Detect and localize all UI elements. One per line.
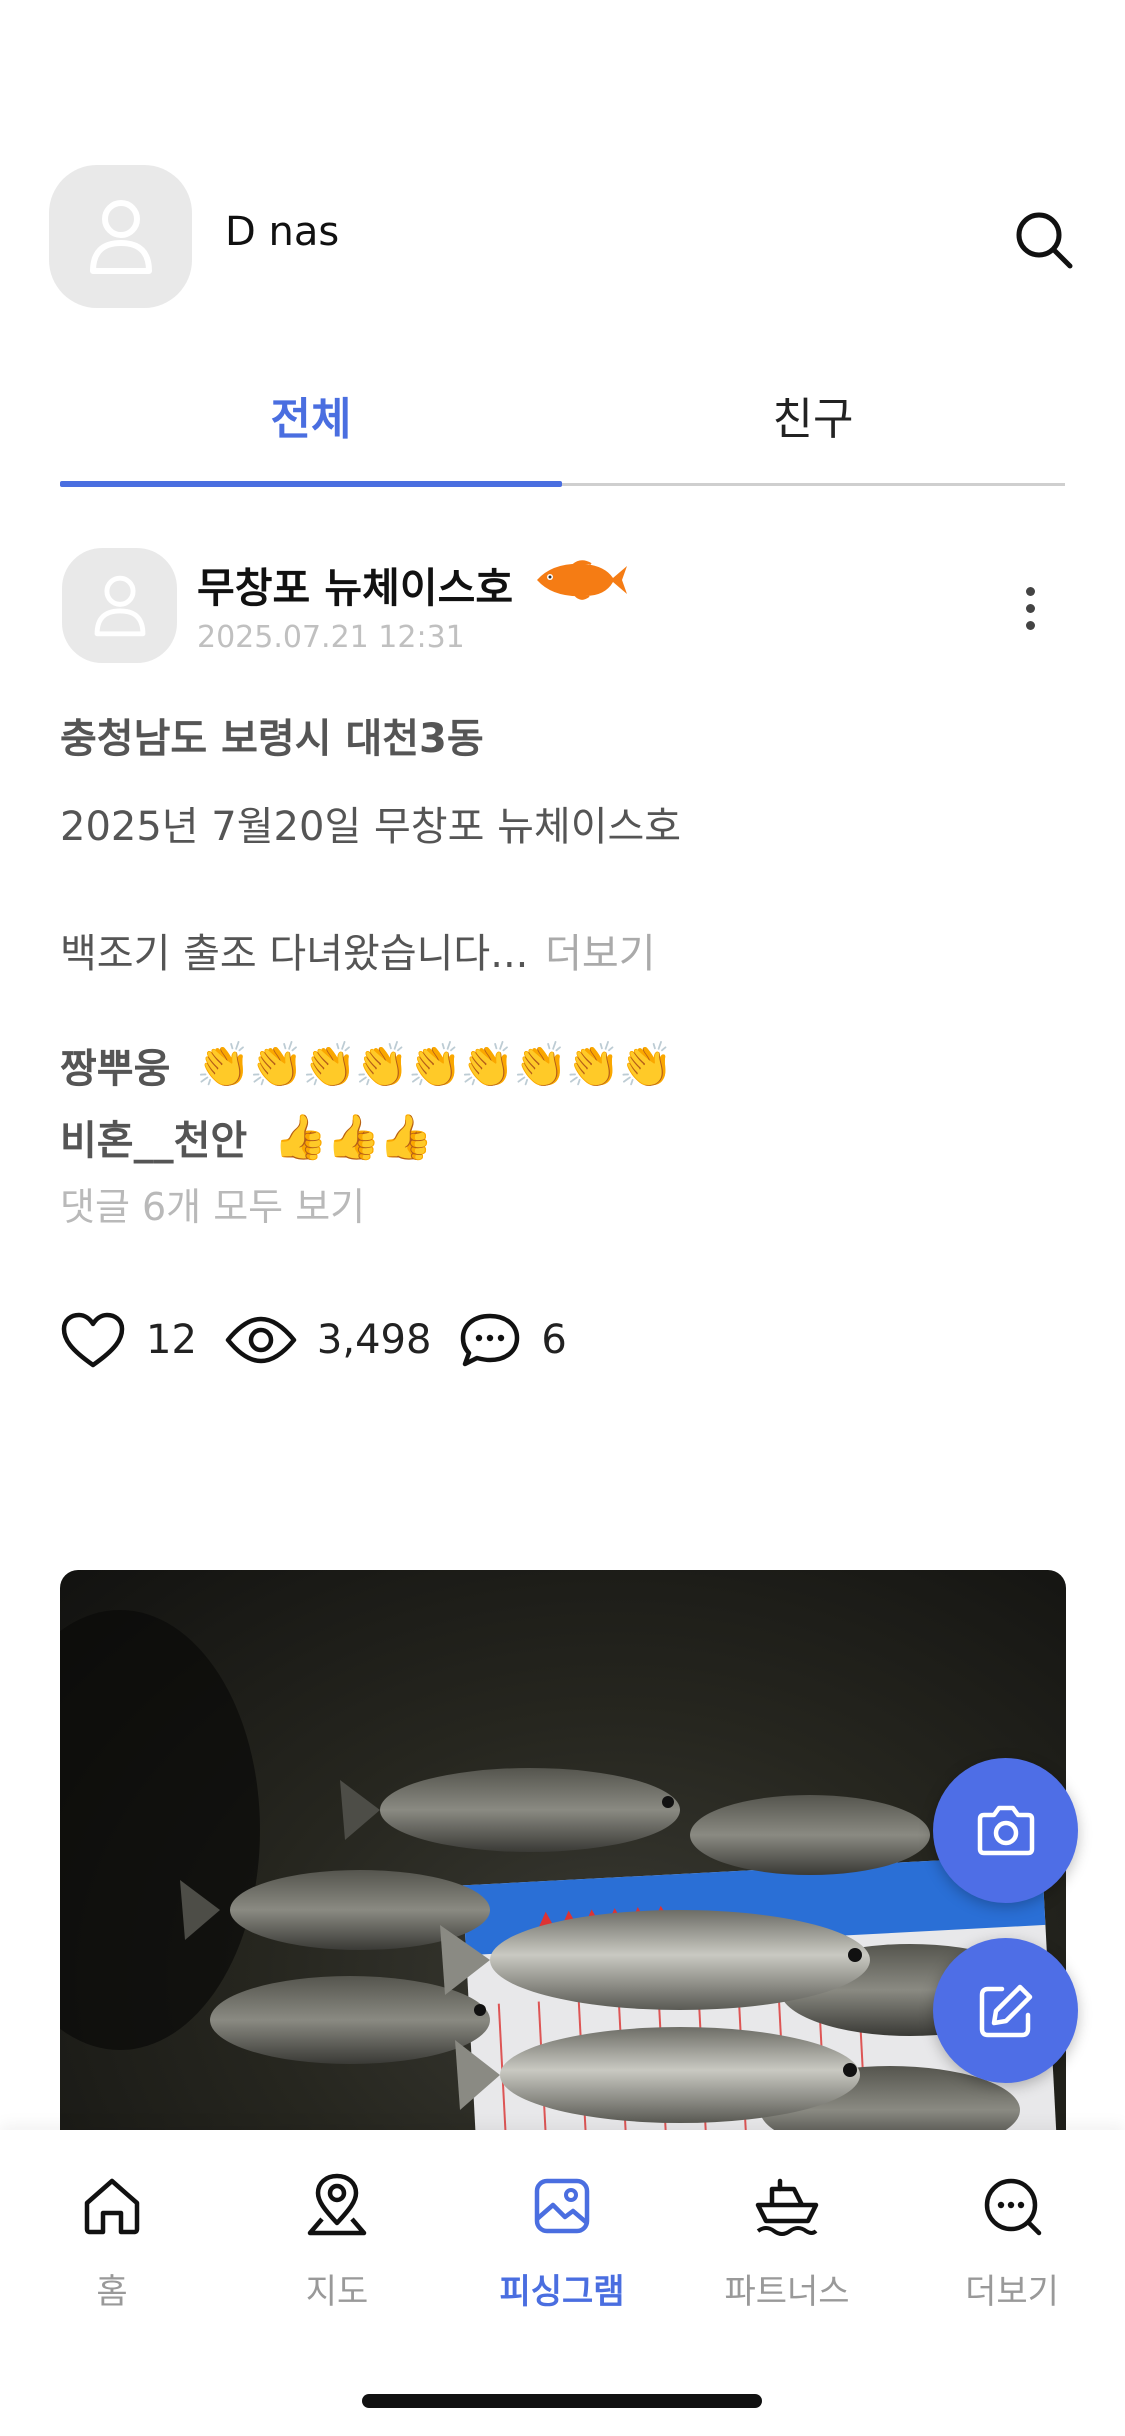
fish-badge-icon [537, 560, 627, 600]
view-stat: 3,498 [225, 1316, 432, 1364]
view-count: 3,498 [316, 1317, 432, 1363]
search-icon [1016, 212, 1073, 269]
boat-icon [755, 2178, 819, 2236]
feed-tabs: 전체 친구 [60, 345, 1065, 487]
read-more-link[interactable]: 더보기 [545, 931, 655, 977]
comment-stat[interactable]: 6 [459, 1312, 567, 1368]
post-content-line: 2025년 7월20일 무창포 뉴체이스호 [60, 804, 682, 850]
post-author-avatar[interactable] [62, 548, 177, 663]
post-content-text: 백조기 출조 다녀왔습니다... [60, 931, 529, 977]
kebab-dot [1025, 620, 1035, 630]
edit-icon [979, 1984, 1032, 2037]
post-options-button[interactable] [1010, 578, 1050, 638]
comment-author[interactable]: 짱뿌웅 [60, 1036, 170, 1094]
more-chat-icon [984, 2178, 1042, 2236]
tab-active-indicator [60, 481, 562, 487]
kebab-dot [1025, 603, 1035, 613]
tab-all[interactable]: 전체 [60, 345, 562, 485]
heart-icon [61, 1312, 125, 1368]
nav-label: 더보기 [965, 2272, 1059, 2312]
nav-label: 홈 [96, 2272, 128, 2312]
nav-label: 파트너스 [724, 2272, 850, 2312]
post-content-line: 백조기 출조 다녀왔습니다... 더보기 [60, 921, 656, 979]
map-pin-icon [307, 2173, 367, 2236]
post-stats: 12 3,498 6 [60, 1305, 595, 1375]
camera-icon [977, 1805, 1034, 1855]
eye-icon [225, 1316, 297, 1364]
home-icon [84, 2178, 140, 2235]
nav-item-map[interactable]: 지도 [237, 2170, 437, 2350]
bottom-navigation: 홈 지도 피싱그램 파트너스 더보기 [0, 2130, 1125, 2436]
kebab-dot [1025, 586, 1035, 596]
comment: 짱뿌웅 👏👏👏👏👏👏👏👏👏 [60, 1036, 673, 1094]
comment-count: 6 [541, 1317, 567, 1363]
profile-header: D nas [49, 165, 1079, 310]
user-placeholder-icon [94, 575, 145, 636]
like-stat[interactable]: 12 [60, 1311, 197, 1369]
comment-author[interactable]: 비혼__천안 [60, 1108, 247, 1166]
nav-label: 지도 [305, 2272, 369, 2312]
post-location: 충청남도 보령시 대천3동 [60, 716, 484, 762]
search-button[interactable] [1009, 205, 1079, 275]
post-date: 2025.07.21 12:31 [197, 620, 465, 655]
view-all-comments-link[interactable]: 댓글 6개 모두 보기 [60, 1176, 365, 1231]
nav-item-more[interactable]: 더보기 [912, 2170, 1112, 2350]
profile-name[interactable]: D nas [225, 209, 339, 255]
post-author-name[interactable]: 무창포 뉴체이스호 [197, 554, 513, 614]
profile-avatar[interactable] [49, 165, 192, 308]
nav-item-home[interactable]: 홈 [12, 2170, 212, 2350]
nav-item-partners[interactable]: 파트너스 [687, 2170, 887, 2350]
gallery-icon [534, 2178, 590, 2234]
comment: 비혼__천안 👍👍👍 [60, 1108, 434, 1166]
write-post-button[interactable] [933, 1938, 1078, 2083]
nav-label: 피싱그램 [499, 2272, 625, 2312]
fishingram-feed-screen: D nas 전체 친구 무창포 뉴체이스호 2025.07.21 12:31 충… [0, 0, 1125, 2436]
comment-text: 👍👍👍 [273, 1112, 433, 1163]
user-placeholder-icon [89, 199, 152, 274]
home-indicator [362, 2394, 762, 2408]
tab-friends[interactable]: 친구 [562, 345, 1064, 485]
like-count: 12 [146, 1317, 197, 1363]
comment-bubble-icon [461, 1313, 520, 1367]
nav-item-fishingram[interactable]: 피싱그램 [462, 2170, 662, 2350]
comment-text: 👏👏👏👏👏👏👏👏👏 [196, 1040, 673, 1091]
camera-button[interactable] [933, 1758, 1078, 1903]
